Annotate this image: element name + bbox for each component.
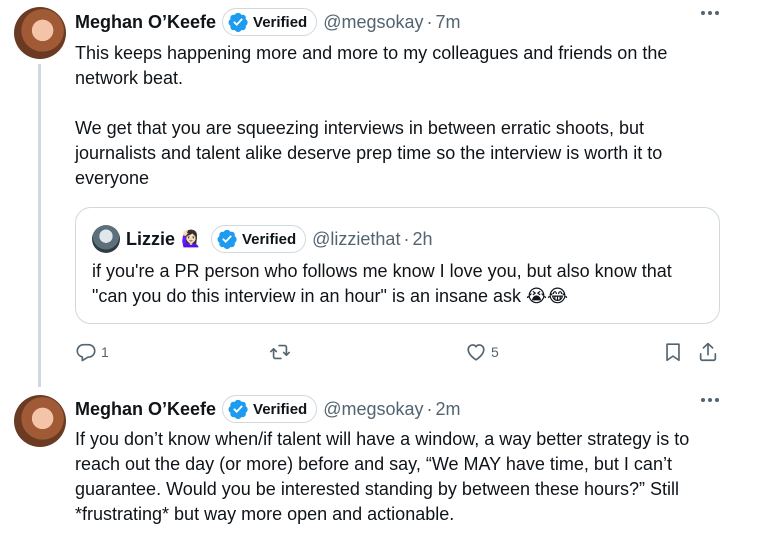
verified-label: Verified: [241, 230, 297, 248]
avatar[interactable]: [14, 7, 66, 59]
author-name[interactable]: Meghan O’Keefe: [75, 12, 216, 33]
tweet-header: Meghan O’Keefe Verified @megsokay · 7m: [75, 7, 461, 37]
tweet-text: This keeps happening more and more to my…: [75, 41, 730, 191]
verified-label: Verified: [253, 400, 308, 418]
author-name[interactable]: Meghan O’Keefe: [75, 399, 216, 420]
quoted-avatar: [92, 225, 120, 253]
quoted-author-emoji: 🙋🏻‍♀️: [181, 231, 201, 248]
bookmark-button[interactable]: [662, 338, 684, 366]
tweet[interactable]: Meghan O’Keefe Verified @megsokay · 2m I…: [0, 387, 757, 545]
verified-check-icon: [217, 229, 237, 250]
bookmark-icon: [666, 343, 680, 362]
avatar[interactable]: [14, 395, 66, 447]
heart-icon: [467, 344, 485, 361]
more-options-icon[interactable]: [701, 398, 719, 402]
author-handle[interactable]: @megsokay: [323, 399, 423, 420]
quoted-author-name: Lizzie: [126, 228, 176, 249]
retweet-button[interactable]: [269, 338, 295, 366]
reply-count: 1: [101, 344, 109, 360]
like-button[interactable]: 5: [465, 338, 499, 366]
reply-icon: [76, 343, 96, 362]
tweet-paragraph: This keeps happening more and more to my…: [75, 43, 668, 88]
tweet-paragraph: We get that you are squeezing interviews…: [75, 118, 663, 188]
verified-badge: Verified: [210, 225, 307, 253]
separator-dot: ·: [403, 228, 410, 249]
like-count: 5: [491, 344, 499, 360]
tweet[interactable]: Meghan O’Keefe Verified @megsokay · 7m T…: [0, 0, 757, 387]
quoted-author-handle: @lizziethat: [312, 228, 401, 249]
thread-connector-line: [38, 64, 41, 387]
tweet-actions: 1 5: [75, 338, 725, 366]
retweet-icon: [270, 344, 290, 360]
author-handle[interactable]: @megsokay: [323, 12, 423, 33]
quoted-tweet[interactable]: Lizzie 🙋🏻‍♀️ Verified @lizziethat · 2h i…: [75, 207, 720, 324]
timestamp[interactable]: 2m: [436, 399, 461, 420]
separator-dot: ·: [426, 398, 433, 419]
quoted-tweet-header: Lizzie 🙋🏻‍♀️ Verified @lizziethat · 2h: [92, 224, 432, 254]
separator-dot: ·: [426, 11, 433, 32]
verified-check-icon: [228, 12, 248, 33]
timestamp[interactable]: 7m: [436, 12, 461, 33]
tweet-header: Meghan O’Keefe Verified @megsokay · 2m: [75, 394, 461, 424]
reply-button[interactable]: 1: [75, 338, 109, 366]
tweet-text: If you don’t know when/if talent will ha…: [75, 429, 690, 524]
verified-badge[interactable]: Verified: [222, 8, 318, 36]
share-button[interactable]: [697, 338, 719, 366]
quoted-timestamp: 2h: [412, 228, 433, 249]
verified-badge[interactable]: Verified: [222, 395, 318, 423]
verified-check-icon: [228, 399, 248, 420]
share-icon: [699, 342, 717, 362]
quoted-tweet-text: if you're a PR person who follows me kno…: [92, 261, 672, 306]
verified-label: Verified: [253, 13, 308, 31]
more-options-icon[interactable]: [701, 11, 719, 15]
